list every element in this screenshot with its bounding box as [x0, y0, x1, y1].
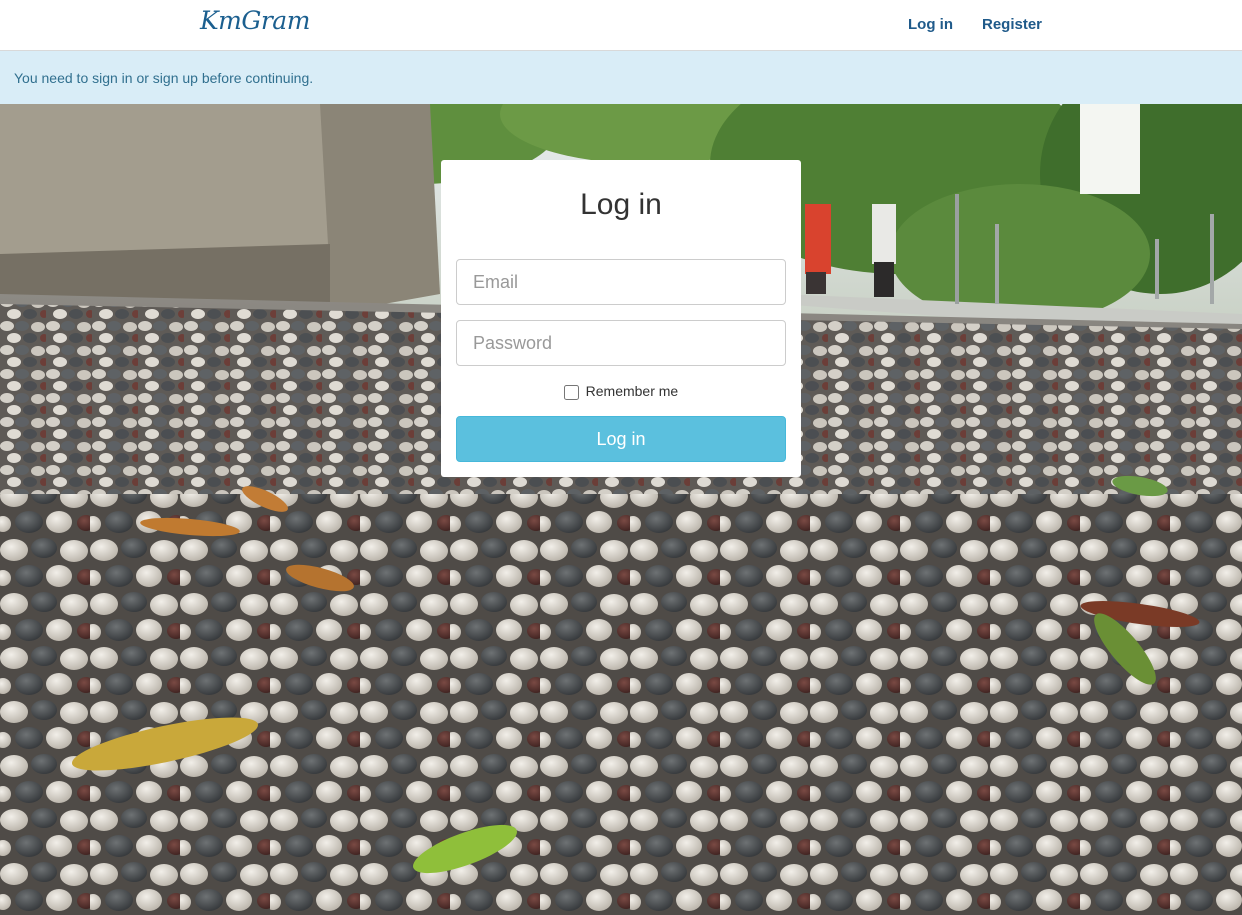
password-field[interactable]: [456, 320, 786, 366]
brand-logo[interactable]: KmGram: [200, 6, 310, 35]
nav-login-link[interactable]: Log in: [908, 16, 953, 33]
remember-me-checkbox[interactable]: [563, 385, 579, 400]
email-field[interactable]: [456, 259, 786, 305]
alert-message: You need to sign in or sign up before co…: [14, 70, 314, 86]
login-submit-button[interactable]: Log in: [456, 416, 786, 462]
remember-me-group: Remember me: [441, 383, 801, 400]
login-card: Log in Remember me Log in: [441, 160, 801, 477]
nav-register-link[interactable]: Register: [982, 16, 1042, 33]
info-alert: You need to sign in or sign up before co…: [0, 51, 1242, 104]
remember-me-label[interactable]: Remember me: [586, 383, 679, 399]
login-title: Log in: [580, 188, 662, 221]
navbar: KmGram Log in Register: [0, 0, 1242, 51]
